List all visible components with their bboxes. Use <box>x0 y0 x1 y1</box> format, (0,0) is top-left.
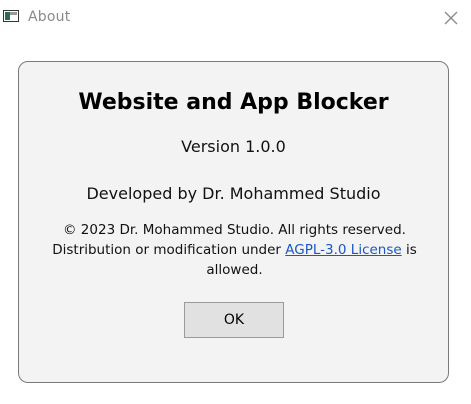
close-icon <box>444 11 458 25</box>
window-title: About <box>28 9 71 25</box>
close-button[interactable] <box>439 6 463 30</box>
title-bar: About <box>0 0 471 36</box>
license-link[interactable]: AGPL-3.0 License <box>285 242 401 258</box>
window-app-icon <box>3 10 19 22</box>
ok-button[interactable]: OK <box>184 302 284 338</box>
about-panel: Website and App Blocker Version 1.0.0 De… <box>18 61 449 383</box>
legal-notice: © 2023 Dr. Mohammed Studio. All rights r… <box>39 220 430 280</box>
developer-text: Developed by Dr. Mohammed Studio <box>86 184 381 203</box>
license-prefix-text: Distribution or modification under <box>52 242 286 258</box>
version-text: Version 1.0.0 <box>181 137 286 156</box>
copyright-text: © 2023 Dr. Mohammed Studio. All rights r… <box>63 222 406 238</box>
app-name-heading: Website and App Blocker <box>78 90 389 115</box>
